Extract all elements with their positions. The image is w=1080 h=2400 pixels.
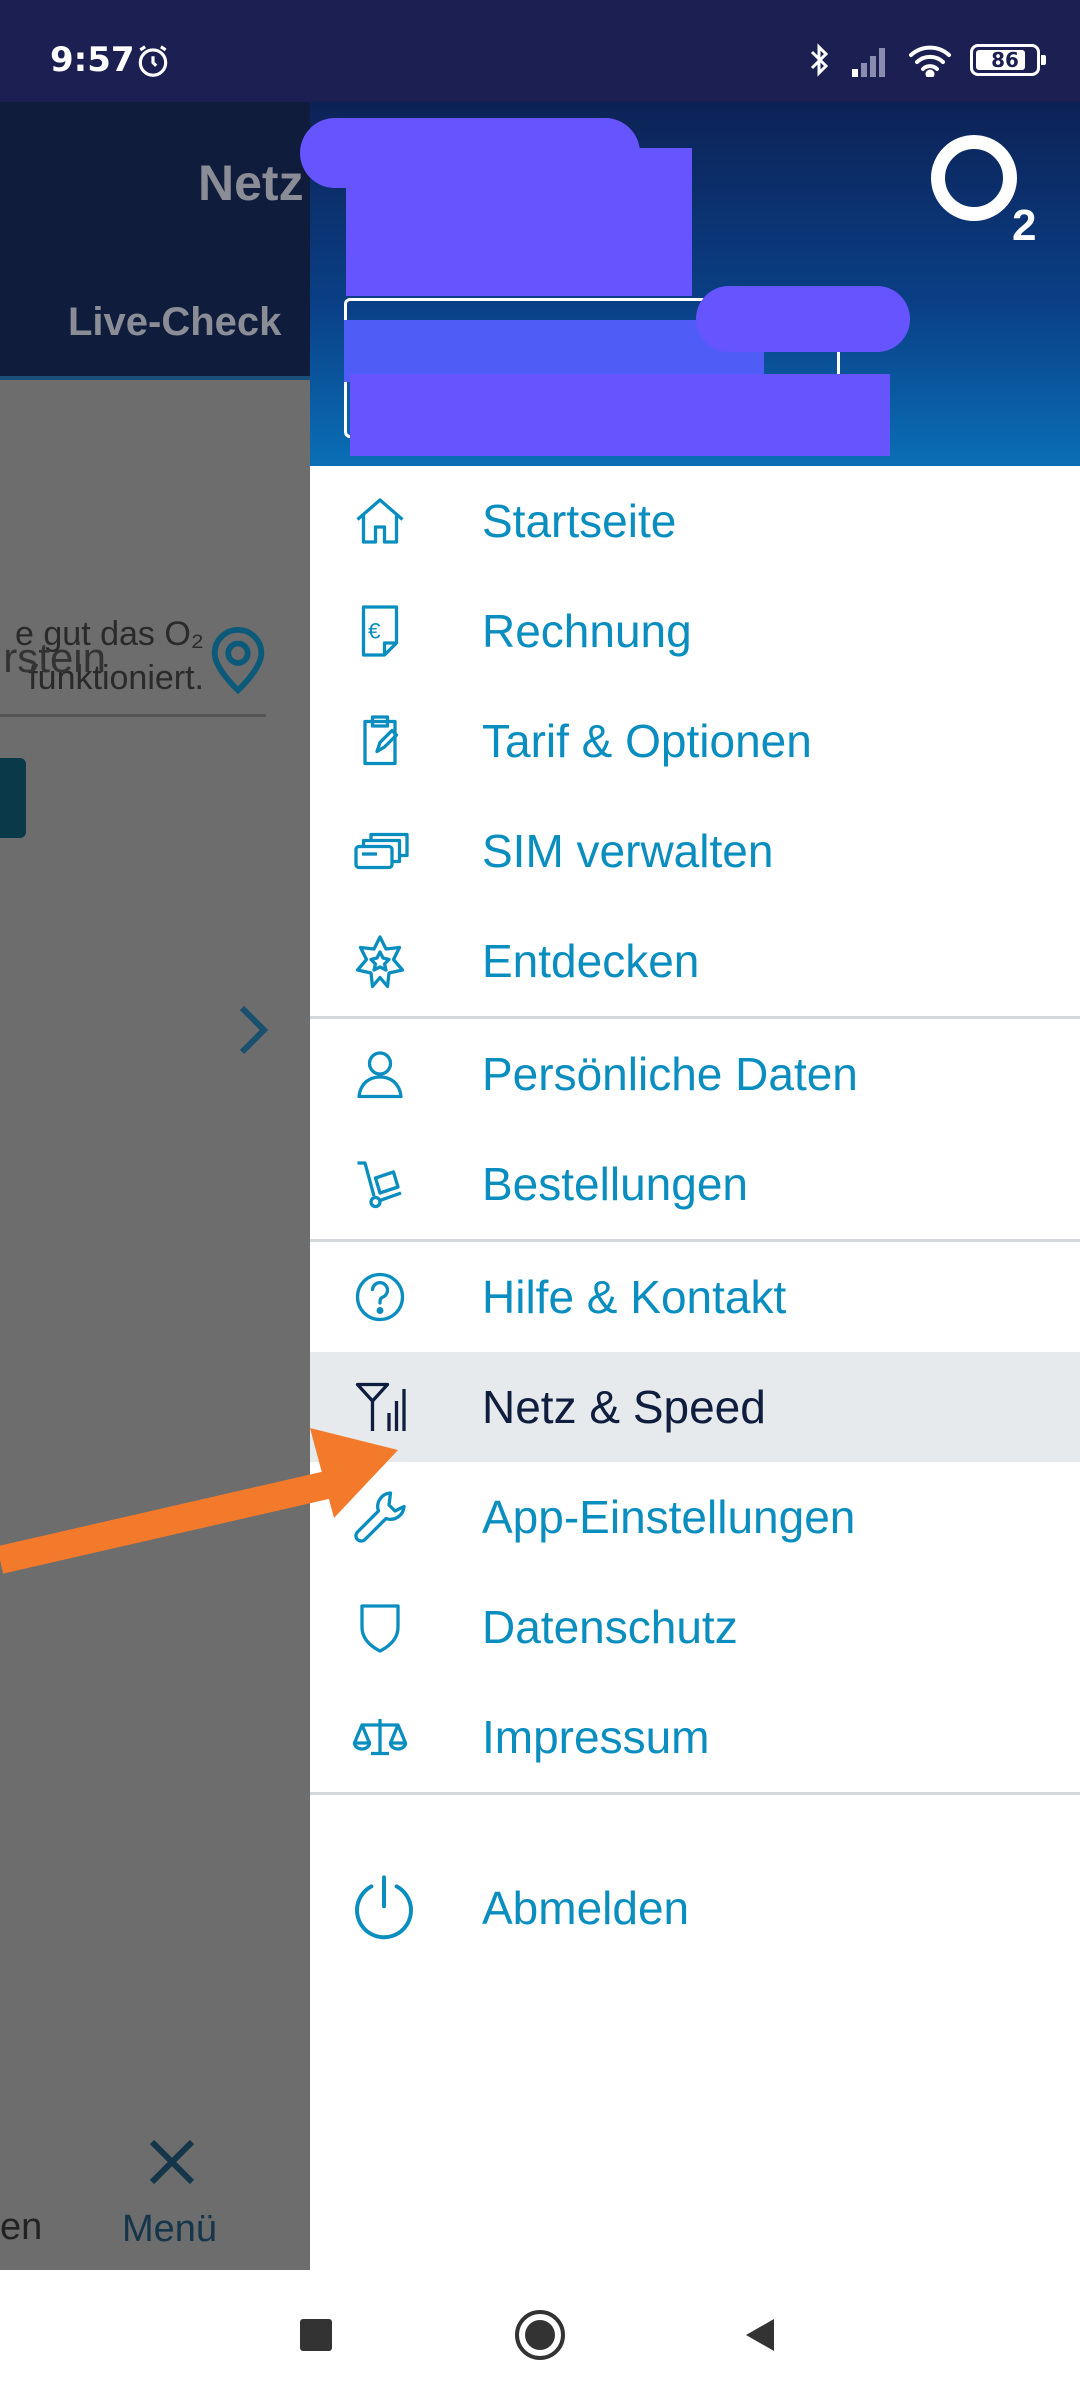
tab-live-check: Live-Check	[68, 300, 282, 344]
menu-item-label: Startseite	[482, 495, 677, 547]
menu-item-entdecken[interactable]: Entdecken	[310, 906, 1080, 1016]
menu-item-label: Impressum	[482, 1711, 710, 1763]
o2-logo: 2	[931, 135, 1036, 250]
menu-item-label: Datenschutz	[482, 1601, 738, 1653]
back-triangle-icon	[746, 2319, 774, 2351]
background-header: Netz Live-Check	[0, 102, 312, 380]
bottom-nav-menu-label: Menü	[122, 2208, 218, 2250]
bottom-nav-item-label: en	[0, 2206, 43, 2248]
menu-item-rechnung[interactable]: € Rechnung	[310, 576, 1080, 686]
logout-label: Abmelden	[482, 1882, 690, 1934]
menu-item-tarif-optionen[interactable]: Tarif & Optionen	[310, 686, 1080, 796]
tab-indicator	[0, 376, 312, 380]
drawer-menu: Startseite € Rechnung Tarif & Optionen S…	[310, 466, 1080, 1979]
power-icon	[355, 1875, 413, 1940]
square-icon	[300, 2319, 332, 2351]
redacted-username	[346, 148, 692, 296]
close-icon	[149, 2139, 195, 2185]
home-icon	[356, 498, 404, 544]
back-button[interactable]	[700, 2270, 820, 2400]
menu-item-app-einstellungen[interactable]: App-Einstellungen	[310, 1462, 1080, 1572]
battery-icon: 86	[970, 44, 1046, 76]
menu-item-sim-verwalten[interactable]: SIM verwalten	[310, 796, 1080, 906]
input-underline	[0, 714, 266, 717]
circle-home-icon	[515, 2310, 565, 2360]
menu-item-label: Rechnung	[482, 605, 692, 657]
person-icon	[357, 1051, 403, 1099]
menu-item-label: Tarif & Optionen	[482, 715, 812, 767]
svg-text:€: €	[368, 619, 381, 644]
menu-item-label: SIM verwalten	[482, 825, 774, 877]
invoice-euro-icon: €	[361, 605, 399, 657]
bluetooth-icon	[810, 43, 829, 77]
menu-item-persoenliche-daten[interactable]: Persönliche Daten	[310, 1019, 1080, 1129]
system-nav-bar	[0, 2270, 1080, 2400]
navigation-drawer: 2 Startseite € Rechnung Tarif & Optionen…	[300, 102, 1080, 2270]
wifi-icon	[909, 45, 951, 77]
recents-button[interactable]	[256, 2270, 376, 2400]
menu-item-datenschutz[interactable]: Datenschutz	[310, 1572, 1080, 1682]
menu-item-label: App-Einstellungen	[482, 1491, 856, 1543]
menu-item-label: Netz & Speed	[482, 1381, 766, 1433]
chevron-right-icon	[239, 1005, 269, 1055]
redacted-account	[696, 286, 910, 352]
o2-logo-subscript: 2	[1012, 201, 1036, 250]
redacted-account	[350, 374, 890, 456]
menu-item-label: Bestellungen	[482, 1158, 748, 1210]
menu-item-startseite[interactable]: Startseite	[310, 466, 1080, 576]
clipboard-edit-icon	[363, 715, 399, 766]
scales-icon	[352, 1719, 408, 1756]
sim-cards-icon	[354, 832, 409, 870]
home-button[interactable]	[480, 2270, 600, 2400]
status-icons: 86	[808, 40, 1046, 80]
menu-item-netz-speed[interactable]: Netz & Speed	[310, 1352, 1080, 1462]
status-time: 9:57	[50, 40, 135, 80]
menu-item-label: Entdecken	[482, 935, 700, 987]
drawer-header: 2	[300, 102, 1080, 466]
menu-item-hilfe-kontakt[interactable]: Hilfe & Kontakt	[310, 1242, 1080, 1352]
alarm-icon	[138, 45, 168, 77]
location-pin-icon	[211, 627, 265, 695]
background-page-title: Netz	[198, 155, 304, 211]
menu-item-label: Hilfe & Kontakt	[482, 1271, 787, 1323]
menu-item-bestellungen[interactable]: Bestellungen	[310, 1129, 1080, 1239]
background-location-input: rstein	[3, 634, 106, 681]
hand-truck-icon	[357, 1161, 402, 1209]
help-icon	[355, 1272, 405, 1322]
background-page-scrim[interactable]: Netz Live-Check e gut das O₂ funktionier…	[0, 102, 312, 2270]
menu-item-label: Persönliche Daten	[482, 1048, 858, 1100]
battery-level: 86	[991, 48, 1019, 72]
background-button	[0, 758, 26, 838]
star-badge-icon	[355, 935, 405, 989]
shield-icon	[360, 1604, 400, 1653]
menu-item-impressum[interactable]: Impressum	[310, 1682, 1080, 1792]
annotation-arrow	[0, 1428, 398, 1574]
cell-signal-icon	[852, 48, 885, 77]
status-bar: 9:57 86	[0, 0, 1080, 102]
logout-button[interactable]: Abmelden	[310, 1837, 1080, 1979]
